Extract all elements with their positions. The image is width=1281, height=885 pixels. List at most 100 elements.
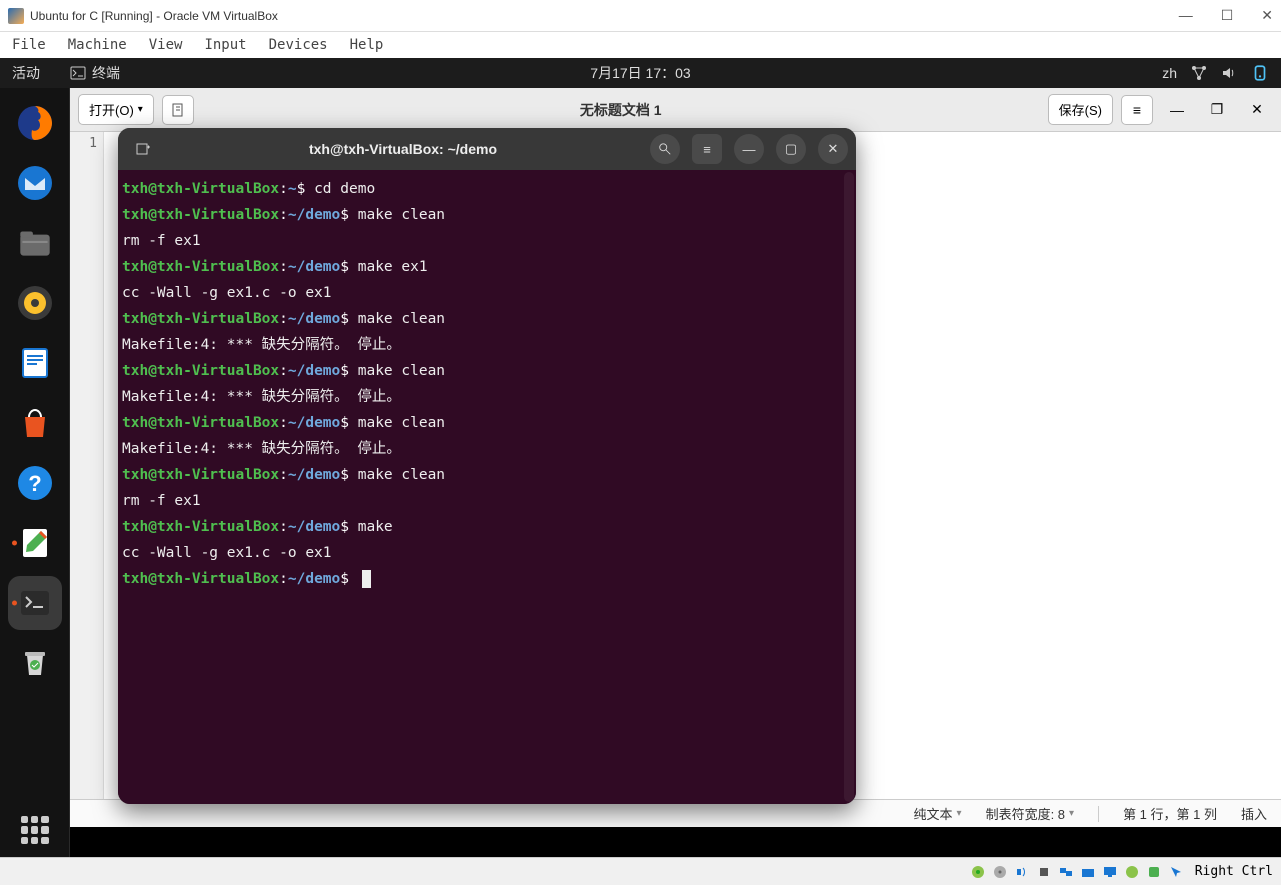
dock-firefox[interactable] — [8, 96, 62, 150]
terminal-window: txh@txh-VirtualBox: ~/demo ≡ — ▢ ✕ txh@t… — [118, 128, 856, 804]
vbox-hdd-icon[interactable] — [969, 863, 987, 881]
gedit-minimize-button[interactable]: — — [1161, 95, 1193, 125]
vbox-menu-view[interactable]: View — [143, 35, 189, 55]
terminal-line: txh@txh-VirtualBox:~/demo$ — [122, 566, 852, 592]
gedit-newtab-button[interactable] — [162, 95, 194, 125]
apps-grid-icon — [21, 816, 49, 844]
terminal-line: txh@txh-VirtualBox:~/demo$ make ex1 — [122, 254, 852, 280]
terminal-menu-button[interactable]: ≡ — [692, 134, 722, 164]
files-icon — [14, 222, 56, 264]
dock-trash[interactable] — [8, 636, 62, 690]
shopping-bag-icon — [15, 403, 55, 443]
svg-text:?: ? — [28, 471, 41, 496]
vbox-optical-icon[interactable] — [991, 863, 1009, 881]
gedit-open-label: 打开(O) — [89, 100, 134, 119]
vbox-usb-icon[interactable] — [1035, 863, 1053, 881]
vbox-menu-help[interactable]: Help — [344, 35, 390, 55]
vbox-menu-devices[interactable]: Devices — [263, 35, 334, 55]
search-icon — [658, 142, 672, 156]
terminal-title: txh@txh-VirtualBox: ~/demo — [168, 141, 638, 157]
vbox-display-icon[interactable] — [1101, 863, 1119, 881]
terminal-line: Makefile:4: *** 缺失分隔符。 停止。 — [122, 332, 852, 358]
vbox-menu-machine[interactable]: Machine — [62, 35, 133, 55]
vbox-menubar: File Machine View Input Devices Help — [0, 32, 1281, 58]
terminal-close-button[interactable]: ✕ — [818, 134, 848, 164]
dock-libreoffice-writer[interactable] — [8, 336, 62, 390]
vbox-mouse-icon[interactable] — [1167, 863, 1185, 881]
gedit-hamburger-button[interactable]: ≡ — [1121, 95, 1153, 125]
separator — [1098, 806, 1099, 822]
texteditor-icon — [15, 523, 55, 563]
volume-icon[interactable] — [1221, 65, 1237, 81]
dock-help[interactable]: ? — [8, 456, 62, 510]
firefox-icon — [15, 103, 55, 143]
dock-files[interactable] — [8, 216, 62, 270]
terminal-minimize-button[interactable]: — — [734, 134, 764, 164]
gedit-status-position: 第 1 行，第 1 列 — [1123, 804, 1217, 823]
vbox-window-title: Ubuntu for C [Running] - Oracle VM Virtu… — [30, 9, 278, 23]
topbar-clock[interactable]: 7月17日 17：03 — [590, 63, 690, 83]
terminal-search-button[interactable] — [650, 134, 680, 164]
vbox-cpu-icon[interactable] — [1145, 863, 1163, 881]
gedit-open-button[interactable]: 打开(O) ▾ — [78, 94, 154, 125]
terminal-line: txh@txh-VirtualBox:~/demo$ make clean — [122, 462, 852, 488]
ubuntu-topbar: 活动 终端 7月17日 17：03 zh — [0, 58, 1281, 88]
power-icon[interactable] — [1251, 64, 1269, 82]
vbox-network-icon[interactable] — [1057, 863, 1075, 881]
dock-software[interactable] — [8, 396, 62, 450]
terminal-line: cc -Wall -g ex1.c -o ex1 — [122, 280, 852, 306]
terminal-line: txh@txh-VirtualBox:~$ cd demo — [122, 176, 852, 202]
gedit-line-gutter: 1 — [70, 132, 104, 799]
terminal-line: txh@txh-VirtualBox:~/demo$ make clean — [122, 358, 852, 384]
dock-terminal[interactable] — [8, 576, 62, 630]
terminal-newtab-button[interactable] — [126, 134, 160, 164]
guest-display: 活动 终端 7月17日 17：03 zh ? 打开(O) ▾ — [0, 58, 1281, 857]
gedit-status-mode[interactable]: 纯文本 — [914, 804, 962, 823]
dock-show-apps[interactable] — [8, 803, 62, 857]
terminal-line: Makefile:4: *** 缺失分隔符。 停止。 — [122, 436, 852, 462]
vbox-close-button[interactable]: ✕ — [1261, 7, 1273, 24]
vbox-minimize-button[interactable]: — — [1179, 7, 1193, 24]
terminal-line: txh@txh-VirtualBox:~/demo$ make clean — [122, 202, 852, 228]
terminal-icon — [70, 65, 86, 81]
dock-rhythmbox[interactable] — [8, 276, 62, 330]
dock-thunderbird[interactable] — [8, 156, 62, 210]
gedit-line-number: 1 — [89, 136, 97, 151]
vbox-maximize-button[interactable]: ☐ — [1221, 7, 1234, 24]
writer-icon — [15, 343, 55, 383]
terminal-headerbar: txh@txh-VirtualBox: ~/demo ≡ — ▢ ✕ — [118, 128, 856, 170]
dock-texteditor[interactable] — [8, 516, 62, 570]
vbox-recording-icon[interactable] — [1123, 863, 1141, 881]
gedit-status-tabwidth[interactable]: 制表符宽度: 8 — [986, 804, 1075, 823]
terminal-maximize-button[interactable]: ▢ — [776, 134, 806, 164]
running-dot-icon — [12, 541, 17, 546]
terminal-line: txh@txh-VirtualBox:~/demo$ make clean — [122, 410, 852, 436]
gedit-close-button[interactable]: ✕ — [1241, 95, 1273, 125]
chevron-down-icon: ▾ — [138, 104, 143, 115]
vbox-app-icon — [8, 8, 24, 24]
vbox-shared-folder-icon[interactable] — [1079, 863, 1097, 881]
topbar-app-indicator[interactable]: 终端 — [70, 63, 120, 83]
gedit-save-button[interactable]: 保存(S) — [1048, 94, 1113, 125]
activities-button[interactable]: 活动 — [12, 63, 40, 83]
terminal-line: cc -Wall -g ex1.c -o ex1 — [122, 540, 852, 566]
trash-icon — [15, 643, 55, 683]
input-lang-indicator[interactable]: zh — [1162, 65, 1177, 81]
gedit-save-label: 保存(S) — [1059, 100, 1102, 119]
help-icon: ? — [15, 463, 55, 503]
terminal-scrollbar[interactable] — [844, 172, 854, 802]
gedit-maximize-button[interactable]: ❐ — [1201, 95, 1233, 125]
ubuntu-dock: ? — [0, 88, 70, 857]
vbox-statusbar: Right Ctrl — [0, 857, 1281, 885]
vbox-hostkey-label: Right Ctrl — [1195, 864, 1273, 879]
terminal-cursor — [362, 570, 371, 588]
terminal-line: Makefile:4: *** 缺失分隔符。 停止。 — [122, 384, 852, 410]
terminal-body[interactable]: txh@txh-VirtualBox:~$ cd demotxh@txh-Vir… — [118, 170, 856, 804]
vbox-menu-input[interactable]: Input — [198, 35, 252, 55]
new-document-icon — [170, 102, 186, 118]
vbox-menu-file[interactable]: File — [6, 35, 52, 55]
network-icon[interactable] — [1191, 65, 1207, 81]
running-dot-icon — [12, 601, 17, 606]
gedit-title: 无标题文档 1 — [202, 100, 1040, 120]
vbox-audio-icon[interactable] — [1013, 863, 1031, 881]
